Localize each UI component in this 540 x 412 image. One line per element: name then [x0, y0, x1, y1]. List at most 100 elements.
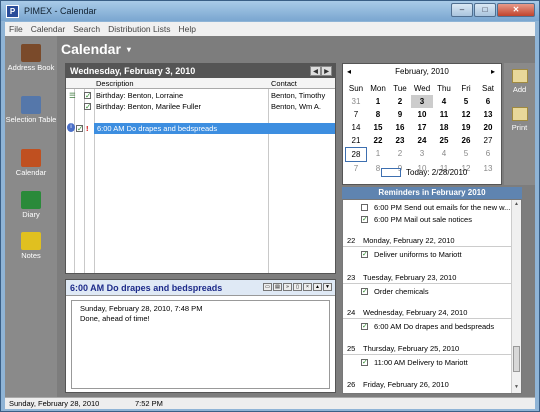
sidebar-item-calendar[interactable]: Calendar [5, 149, 57, 177]
today-link[interactable]: Today: 2/28/2010 [381, 168, 467, 177]
note-textarea[interactable]: Sunday, February 28, 2010, 7:48 PM Done,… [71, 300, 330, 389]
calendar-day[interactable]: 27 [477, 134, 499, 147]
calendar-day[interactable]: 6 [477, 95, 499, 108]
note-line: Done, ahead of time! [80, 314, 150, 323]
calendar-day[interactable]: 14 [345, 121, 367, 134]
delete-icon[interactable]: × [303, 283, 312, 291]
reminder-day: 22 [347, 236, 356, 245]
calendar-day[interactable]: 20 [477, 121, 499, 134]
calendar-day[interactable]: 2 [389, 95, 411, 108]
calendar-day[interactable]: 19 [455, 121, 477, 134]
reminder-day: 26 [347, 380, 356, 389]
calendar-day[interactable]: 1 [367, 95, 389, 108]
prev-month-button[interactable]: ◂ [347, 64, 351, 80]
menu-search[interactable]: Search [69, 24, 104, 34]
reminder-checkbox[interactable]: ✓ [361, 216, 368, 223]
calendar-day[interactable]: 31 [345, 95, 367, 108]
reminder-checkbox[interactable]: ✓ [361, 323, 368, 330]
calendar-day[interactable]: 15 [367, 121, 389, 134]
maximize-button[interactable]: □ [474, 3, 496, 17]
calendar-day[interactable]: 7 [345, 108, 367, 121]
calendar-day[interactable]: 5 [455, 95, 477, 108]
menu-distribution-lists[interactable]: Distribution Lists [104, 24, 174, 34]
scroll-down-icon[interactable]: ▼ [513, 384, 520, 392]
page-header[interactable]: Calendar ▾ [61, 38, 131, 60]
calendar-day-today[interactable]: 28 [345, 147, 367, 162]
row-checkbox[interactable]: ✓ [84, 92, 91, 99]
calendar-day[interactable]: 16 [389, 121, 411, 134]
reminder-checkbox[interactable]: ✓ [361, 288, 368, 295]
open-icon[interactable]: ▤ [273, 283, 282, 291]
calendar-day[interactable]: 23 [389, 134, 411, 147]
prev-day-button[interactable]: ◀ [310, 66, 321, 76]
row-checkbox[interactable]: ✓ [84, 103, 91, 110]
sidebar-item-selection-table[interactable]: Selection Table [5, 96, 57, 124]
up-icon[interactable]: ▲ [313, 283, 322, 291]
calendar-day[interactable]: 12 [455, 108, 477, 121]
calendar-day[interactable]: 7 [345, 162, 367, 175]
scrollbar-thumb[interactable] [513, 346, 520, 372]
print-button[interactable]: Print [504, 107, 535, 132]
calendar-day[interactable]: 3 [411, 147, 433, 162]
calendar-day[interactable]: 13 [477, 162, 499, 175]
calendar-day[interactable]: 21 [345, 134, 367, 147]
calendar-day[interactable]: 6 [477, 147, 499, 162]
reminder-item[interactable]: ✓ Deliver uniforms to Mariott [343, 249, 513, 260]
add-icon [511, 69, 528, 83]
reminder-item[interactable]: ✓ 6:00 PM Mail out sale notices [343, 214, 513, 225]
minimize-button[interactable]: – [451, 3, 473, 17]
reminder-item[interactable]: ✓ 6:00 PM Send out emails for the new w.… [343, 202, 513, 213]
calendar-day[interactable]: 26 [455, 134, 477, 147]
reminder-item[interactable]: ✓ 6:00 AM Do drapes and bedspreads [343, 321, 513, 332]
column-contact[interactable]: Contact [271, 79, 297, 88]
weekday-label: Tue [393, 84, 407, 93]
calendar-day[interactable]: 9 [389, 108, 411, 121]
calendar-day[interactable]: 22 [367, 134, 389, 147]
menu-calendar[interactable]: Calendar [27, 24, 70, 34]
calendar-day[interactable]: 17 [411, 121, 433, 134]
weekday-label: Wed [413, 84, 431, 93]
reminder-item[interactable]: ✓ Order chemicals [343, 286, 513, 297]
calendar-day[interactable]: 5 [455, 147, 477, 162]
calendar-day[interactable]: 13 [477, 108, 499, 121]
calendar-day[interactable]: 1 [367, 147, 389, 162]
reminder-item[interactable]: ✓ 11:00 AM Delivery to Mariott [343, 357, 513, 368]
sidebar-item-diary[interactable]: Diary [5, 191, 57, 219]
add-button[interactable]: Add [504, 69, 535, 94]
close-button[interactable]: ✕ [497, 3, 535, 17]
next-day-button[interactable]: ▶ [321, 66, 332, 76]
row-checkbox[interactable]: ✓ [76, 125, 83, 132]
table-row-selected[interactable]: i ✓ ! 6:00 AM Do drapes and bedspreads [66, 123, 335, 134]
next-month-button[interactable]: ▸ [491, 64, 495, 80]
calendar-day[interactable]: 25 [433, 134, 455, 147]
calendar-day[interactable]: 2 [389, 147, 411, 162]
reminders-scrollbar[interactable]: ▲ ▼ [511, 200, 521, 393]
forward-icon[interactable]: » [283, 283, 292, 291]
table-row[interactable]: ☰ ✓ Birthday: Benton, Lorraine Benton, T… [66, 90, 335, 101]
calendar-day[interactable]: 4 [433, 95, 455, 108]
down-icon[interactable]: ▼ [323, 283, 332, 291]
calendar-day[interactable]: 11 [433, 108, 455, 121]
column-description[interactable]: Description [96, 79, 134, 88]
menu-help[interactable]: Help [175, 24, 200, 34]
scroll-up-icon[interactable]: ▲ [513, 201, 520, 209]
sidebar-item-notes[interactable]: Notes [5, 232, 57, 260]
note-panel: 6:00 AM Do drapes and bedspreads ▭ ▤ » ▯… [65, 279, 336, 393]
folder-icon[interactable]: ▭ [263, 283, 272, 291]
table-row[interactable]: ✓ Birthday: Benton, Marilee Fuller Bento… [66, 101, 335, 112]
reminder-checkbox[interactable]: ✓ [361, 251, 368, 258]
reminder-checkbox[interactable]: ✓ [361, 204, 368, 211]
calendar-day[interactable]: 8 [367, 108, 389, 121]
calendar-day[interactable]: 24 [411, 134, 433, 147]
calendar-day-selected[interactable]: 3 [411, 95, 433, 108]
row-contact: Benton, Timothy [271, 91, 326, 100]
calendar-day[interactable]: 4 [433, 147, 455, 162]
sidebar-item-address-book[interactable]: Address Book [5, 44, 57, 72]
menu-file[interactable]: File [5, 24, 27, 34]
note-header: 6:00 AM Do drapes and bedspreads ▭ ▤ » ▯… [66, 280, 335, 296]
reminder-checkbox[interactable]: ✓ [361, 359, 368, 366]
copy-icon[interactable]: ▯ [293, 283, 302, 291]
calendar-day[interactable]: 18 [433, 121, 455, 134]
app-window: P PIMEX - Calendar – □ ✕ File Calendar S… [0, 0, 540, 412]
calendar-day[interactable]: 10 [411, 108, 433, 121]
